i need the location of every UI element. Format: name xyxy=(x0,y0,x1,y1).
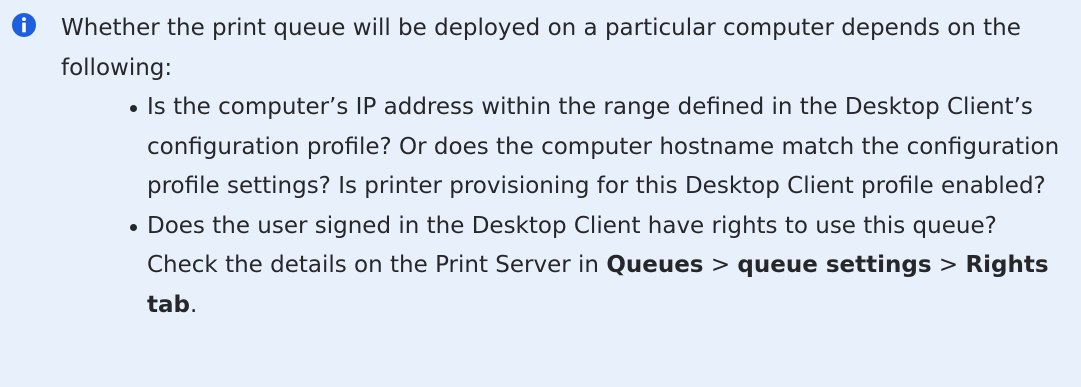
callout-content: Whether the print queue will be deployed… xyxy=(61,9,1071,325)
callout-intro: Whether the print queue will be deployed… xyxy=(61,15,1021,81)
info-callout: Whether the print queue will be deployed… xyxy=(0,0,1081,387)
list-item-text: Is the computer’s IP address within the … xyxy=(147,94,1060,199)
menu-path-queue-settings: queue settings xyxy=(737,252,932,278)
conditions-list: Is the computer’s IP address within the … xyxy=(61,88,1071,325)
path-separator: > xyxy=(931,252,966,278)
info-icon xyxy=(12,13,36,37)
sentence-end: . xyxy=(189,291,198,318)
path-separator: > xyxy=(703,252,738,278)
list-item: Is the computer’s IP address within the … xyxy=(130,88,1071,207)
list-item: Does the user signed in the Desktop Clie… xyxy=(130,207,1071,326)
menu-path-queues: Queues xyxy=(606,252,704,278)
